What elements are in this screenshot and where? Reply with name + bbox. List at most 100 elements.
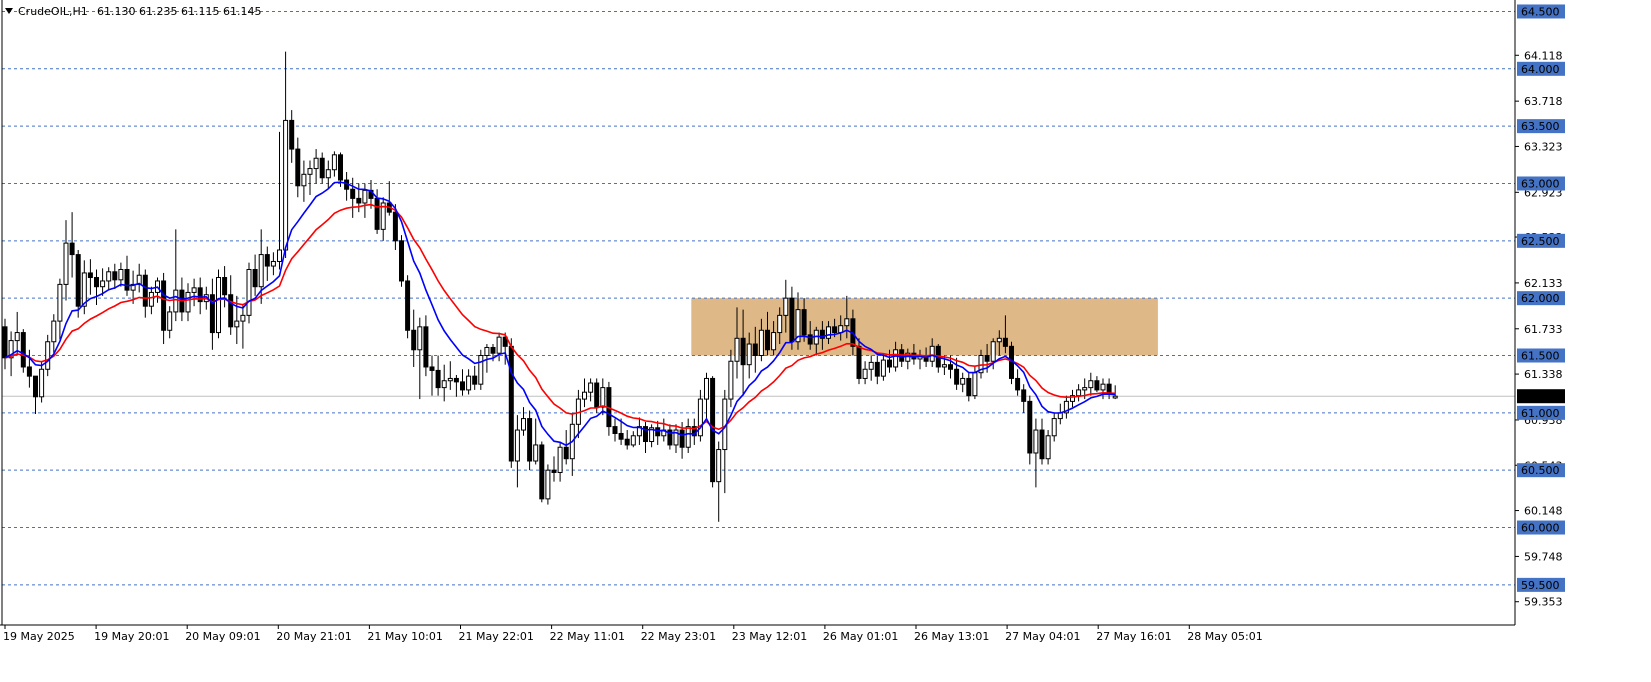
- candle-body: [551, 469, 557, 473]
- price-tick-label: 63.718: [1524, 95, 1563, 108]
- candle-body: [582, 391, 587, 400]
- price-chart[interactable]: 64.11863.71863.32362.92362.53362.13361.7…: [0, 0, 1651, 682]
- candle-body: [167, 311, 173, 331]
- candle: [20, 329, 26, 373]
- candle-body: [1112, 395, 1118, 399]
- candle-body: [941, 364, 947, 368]
- candle-body: [234, 320, 240, 328]
- candle-body: [270, 260, 276, 267]
- level-price-label: 63.500: [1521, 120, 1560, 133]
- price-tick-label: 61.733: [1524, 323, 1563, 336]
- candle-body: [728, 360, 734, 400]
- time-tick-label: 22 May 11:01: [550, 630, 625, 643]
- candle-body: [844, 318, 850, 327]
- candle-body: [856, 345, 862, 379]
- candle-body: [301, 173, 307, 187]
- candle-body: [618, 432, 624, 440]
- candle-body: [527, 418, 533, 462]
- current-price-label: 61.145: [1521, 390, 1560, 403]
- candle-body: [325, 169, 331, 179]
- candle-body: [1082, 387, 1088, 391]
- candle-body: [624, 438, 630, 446]
- ohlc-label: 61.130 61.235 61.115 61.145: [97, 5, 261, 18]
- candle-body: [1076, 389, 1082, 397]
- candle-body: [228, 294, 234, 328]
- candle: [508, 338, 514, 468]
- candle-body: [734, 337, 740, 362]
- candle-body: [600, 387, 606, 408]
- candle-body: [124, 268, 130, 291]
- candle-body: [185, 291, 191, 313]
- candle-body: [679, 429, 685, 448]
- candle-body: [758, 329, 764, 357]
- candle: [399, 235, 404, 287]
- candle-body: [26, 366, 32, 377]
- candle-body: [996, 337, 1002, 343]
- candle-body: [1021, 389, 1027, 402]
- candle-body: [478, 355, 484, 385]
- level-price-label: 60.000: [1521, 522, 1560, 535]
- candle-body: [466, 375, 472, 391]
- candle-body: [112, 271, 118, 281]
- candle-body: [966, 377, 972, 397]
- candle: [405, 275, 411, 339]
- time-tick-label: 19 May 2025: [3, 630, 75, 643]
- price-tick-label: 61.338: [1524, 368, 1563, 381]
- candle-body: [356, 197, 362, 204]
- candle-body: [417, 326, 423, 351]
- candle: [527, 410, 533, 471]
- candle-body: [429, 366, 435, 371]
- candle-body: [289, 119, 295, 150]
- candle-body: [313, 157, 319, 170]
- candle: [246, 262, 252, 324]
- candle-body: [789, 297, 795, 343]
- time-tick-label: 28 May 05:01: [1187, 630, 1262, 643]
- candle-body: [460, 381, 465, 391]
- candle-body: [118, 268, 124, 281]
- time-tick-label: 23 May 12:01: [732, 630, 807, 643]
- candle-body: [521, 418, 526, 431]
- candle-body: [1039, 429, 1045, 460]
- candle-body: [868, 361, 874, 370]
- candle-body: [765, 329, 770, 351]
- level-price-label: 61.500: [1521, 350, 1560, 363]
- candle-body: [1015, 377, 1021, 391]
- candle-body: [142, 274, 148, 307]
- time-tick-label: 19 May 20:01: [94, 630, 169, 643]
- price-tick-label: 64.118: [1524, 49, 1563, 62]
- candle-body: [826, 326, 831, 339]
- candle-body: [411, 329, 417, 351]
- candle-body: [75, 254, 81, 307]
- candle-body: [990, 341, 996, 362]
- candle-body: [929, 345, 935, 362]
- candle-body: [746, 343, 752, 366]
- candle-body: [685, 426, 691, 448]
- candle-body: [277, 249, 282, 262]
- price-tick-label: 60.148: [1524, 505, 1563, 518]
- candle-body: [533, 444, 539, 462]
- candle-body: [106, 271, 112, 282]
- candle-body: [557, 446, 563, 473]
- candle-body: [893, 349, 899, 368]
- candle-body: [216, 277, 221, 334]
- candle-body: [405, 280, 411, 331]
- time-tick-label: 22 May 23:01: [641, 630, 716, 643]
- candle-body: [880, 359, 886, 377]
- candle-body: [399, 240, 404, 282]
- time-tick-label: 27 May 04:01: [1005, 630, 1080, 643]
- candle-body: [87, 272, 93, 279]
- candle-body: [173, 289, 179, 313]
- candle-body: [563, 446, 569, 460]
- candle: [545, 464, 551, 505]
- candle-body: [807, 334, 813, 345]
- candle-body: [777, 314, 783, 334]
- candle-body: [441, 380, 447, 389]
- candle-body: [51, 320, 57, 343]
- candle-body: [594, 382, 600, 408]
- candle-body: [954, 368, 960, 385]
- candle-body: [801, 309, 807, 336]
- candle-body: [655, 427, 661, 437]
- candle-body: [392, 211, 398, 242]
- time-tick-label: 26 May 13:01: [914, 630, 989, 643]
- candle-body: [295, 148, 301, 187]
